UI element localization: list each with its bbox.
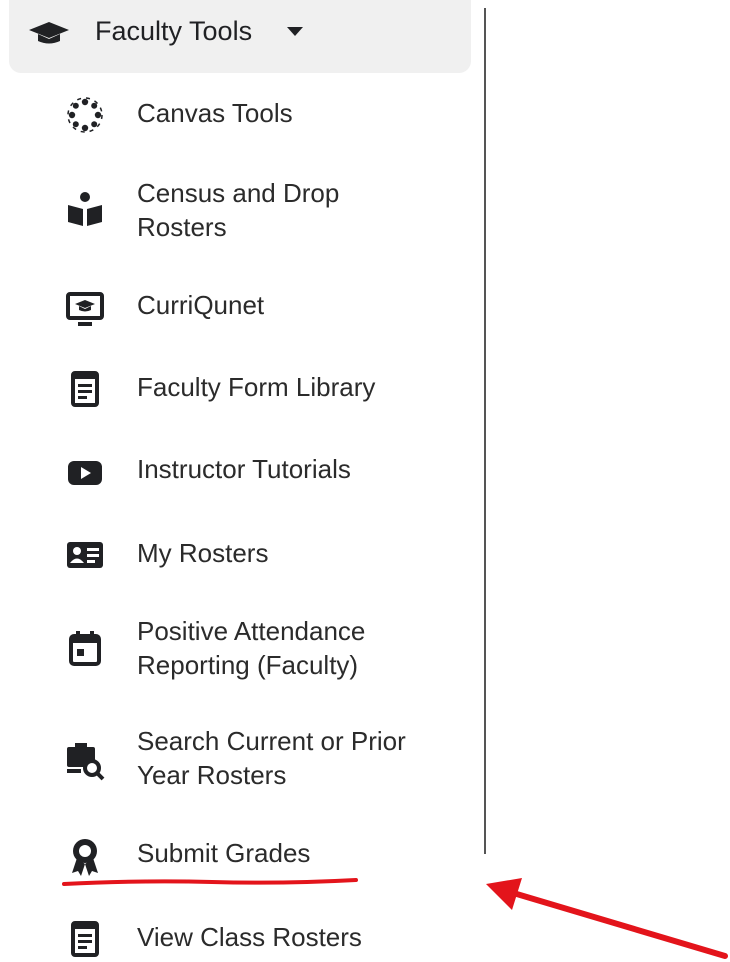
- id-card-icon: [67, 542, 103, 568]
- menu-item-faculty-form-library[interactable]: Faculty Form Library: [0, 366, 484, 412]
- menu-item-census-drop-rosters[interactable]: Census and Drop Rosters: [0, 174, 484, 244]
- menu-item-label: Positive Attendance: [137, 616, 366, 646]
- menu-item-canvas-tools[interactable]: Canvas Tools: [0, 92, 484, 138]
- book-reader-icon: [68, 192, 102, 226]
- faculty-tools-menu: Faculty Tools Canvas Tools Census and Dr…: [0, 0, 484, 962]
- menu-item-label: Submit Grades: [137, 838, 311, 868]
- menu-item-view-class-rosters[interactable]: View Class Rosters: [0, 916, 484, 962]
- notepad-icon: [71, 371, 99, 407]
- highlight-underline: [62, 878, 358, 886]
- menu-item-label: My Rosters: [137, 538, 269, 568]
- award-ribbon-icon: [72, 839, 98, 876]
- menu-item-my-rosters[interactable]: My Rosters: [0, 532, 484, 578]
- annotation-arrow: [486, 878, 728, 959]
- menu-item-curriqunet[interactable]: CurriQunet: [0, 284, 484, 330]
- menu-item-label: Year Rosters: [137, 760, 287, 790]
- menu-item-label: Rosters: [137, 212, 227, 242]
- menu-item-label: CurriQunet: [137, 290, 265, 320]
- caret-down-icon: [287, 27, 303, 36]
- faculty-tools-label: Faculty Tools: [95, 16, 253, 46]
- menu-item-label: Canvas Tools: [137, 98, 293, 128]
- youtube-play-icon: [68, 461, 102, 485]
- menu-item-instructor-tutorials[interactable]: Instructor Tutorials: [0, 450, 484, 496]
- menu-item-label: Reporting (Faculty): [137, 650, 359, 680]
- faculty-tools-header[interactable]: Faculty Tools: [9, 0, 471, 73]
- menu-item-label: Search Current or Prior: [137, 726, 406, 756]
- menu-item-positive-attendance[interactable]: Positive Attendance Reporting (Faculty): [0, 612, 484, 684]
- monitor-teacher-icon: [66, 292, 104, 326]
- notepad-icon: [71, 921, 99, 957]
- calendar-icon: [69, 631, 101, 666]
- menu-item-label: Census and Drop: [137, 178, 340, 208]
- menu-item-label: Instructor Tutorials: [137, 454, 351, 484]
- canvas-logo-icon: [67, 97, 103, 133]
- menu-item-label: Faculty Form Library: [137, 372, 376, 402]
- graduation-cap-icon: [29, 22, 69, 44]
- vertical-divider: [484, 8, 486, 854]
- menu-item-label: View Class Rosters: [137, 922, 362, 952]
- search-roster-icon: [67, 743, 105, 781]
- menu-item-search-rosters[interactable]: Search Current or Prior Year Rosters: [0, 722, 484, 794]
